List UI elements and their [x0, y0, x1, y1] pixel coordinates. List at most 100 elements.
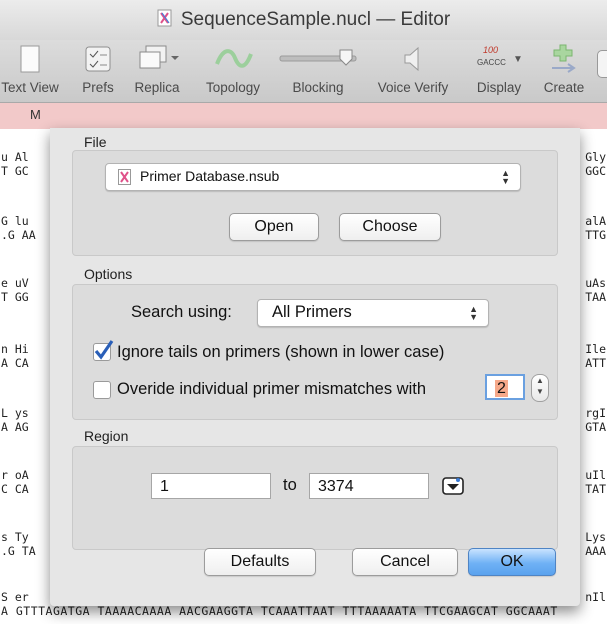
toolbar-blocking[interactable]: Blocking	[276, 44, 360, 95]
sequence-aa-right: alA	[585, 214, 606, 228]
toolbar: Text View Prefs Replica Topology Blockin…	[0, 40, 607, 103]
sequence-nt: C CA	[1, 482, 29, 496]
updown-arrows-icon: ▲ ▼	[469, 304, 478, 322]
slider-icon	[279, 49, 357, 66]
sequence-nt-right: TAA	[585, 290, 606, 304]
sequence-aa-right: uIl	[585, 468, 606, 482]
sequence-aa: G lu	[1, 214, 29, 228]
sequence-aa-right: nIl	[585, 590, 606, 604]
search-using-label: Search using:	[131, 303, 232, 321]
defaults-button[interactable]: Defaults	[204, 548, 316, 576]
sequence-nt: T GG	[1, 290, 29, 304]
toolbar-replica[interactable]: Replica	[124, 44, 190, 95]
sequence-nt-right: AAA	[585, 544, 606, 558]
override-mismatches-checkbox[interactable]	[93, 381, 111, 399]
tab-strip: M	[0, 103, 607, 129]
sequence-aa: n Hi	[1, 342, 29, 356]
toolbar-display[interactable]: 100 GACCC ▼ Display	[466, 44, 532, 95]
sequence-aa-right: uAs	[585, 276, 606, 290]
window-title: SequenceSample.nucl — Editor	[180, 9, 451, 30]
mismatch-count-value: 2	[495, 380, 508, 397]
speaker-icon	[404, 46, 419, 72]
toolbar-voice-verify[interactable]: Voice Verify	[368, 44, 458, 95]
toolbar-label: Create	[543, 80, 585, 95]
sequence-nt-right: TTG	[585, 228, 606, 242]
override-mismatches-label: Overide individual primer mismatches wit…	[117, 380, 427, 398]
region-group: 1 to 3374	[72, 446, 558, 550]
sequence-aa-right: Gly	[585, 150, 606, 164]
ignore-tails-checkbox[interactable]	[93, 340, 114, 361]
search-using-popup[interactable]: All Primers ▲ ▼	[257, 299, 489, 327]
ignore-tails-label: Ignore tails on primers (shown in lower …	[117, 343, 445, 361]
file-group: Primer Database.nsub ▲ ▼ Open Choose	[72, 150, 558, 256]
sequence-aa: r oA	[1, 468, 29, 482]
sequence-nt: A AG	[1, 420, 29, 434]
region-to-label: to	[283, 476, 297, 494]
region-select-icon	[442, 477, 464, 495]
sequence-aa-right: rgI	[585, 406, 606, 420]
sequence-nt: A CA	[1, 356, 29, 370]
create-icon	[552, 44, 576, 73]
sequence-aa: s Ty	[1, 530, 29, 544]
select-region-button[interactable]	[441, 475, 465, 497]
toolbar-overflow-button[interactable]	[597, 50, 607, 78]
toolbar-prefs[interactable]: Prefs	[76, 44, 120, 95]
toolbar-label: Topology	[205, 80, 261, 95]
file-section-label: File	[84, 134, 107, 150]
stepper-down-icon: ▼	[536, 387, 544, 396]
sequence-aa-right: Lys	[585, 530, 606, 544]
sequence-nt: .G AA	[1, 228, 36, 242]
toolbar-topology[interactable]: Topology	[196, 44, 270, 95]
mismatch-count-field[interactable]: 2	[485, 374, 525, 400]
search-using-value: All Primers	[272, 303, 352, 321]
cancel-button[interactable]: Cancel	[352, 548, 458, 576]
sequence-aa: u Al	[1, 150, 29, 164]
window-titlebar: SequenceSample.nucl — Editor	[0, 0, 607, 41]
chevron-down-icon: ▼	[513, 54, 523, 65]
document-icon	[20, 45, 40, 73]
toolbar-text-view[interactable]: Text View	[0, 44, 68, 95]
toolbar-label: Blocking	[292, 80, 344, 95]
toolbar-label: Display	[476, 80, 522, 95]
display-icon: 100 GACCC ▼	[469, 44, 529, 74]
region-section-label: Region	[84, 428, 129, 444]
options-group: Search using: All Primers ▲ ▼ Ignore tail…	[72, 284, 558, 420]
choose-button[interactable]: Choose	[339, 213, 441, 241]
display-badge-bottom: GACCC	[477, 58, 506, 67]
region-from-field[interactable]: 1	[151, 473, 271, 499]
sequence-file-icon	[118, 169, 131, 185]
sequence-aa: e uV	[1, 276, 29, 290]
sequence-nt-right: GGC	[585, 164, 606, 178]
sequence-nt-right: GTA	[585, 420, 606, 434]
file-popup-value: Primer Database.nsub	[140, 168, 280, 184]
stepper-up-icon: ▲	[536, 376, 544, 385]
sequence-aa: S er	[1, 590, 29, 604]
toolbar-create[interactable]: Create	[534, 44, 594, 95]
open-button[interactable]: Open	[229, 213, 319, 241]
tab-first[interactable]: M	[30, 107, 41, 122]
primer-search-dialog: File Primer Database.nsub ▲ ▼ Open Choose…	[50, 128, 580, 606]
updown-arrows-icon: ▲ ▼	[501, 168, 510, 186]
checklist-icon	[85, 46, 111, 72]
file-popup[interactable]: Primer Database.nsub ▲ ▼	[105, 163, 521, 191]
toolbar-label: Text View	[1, 80, 59, 95]
checkmark-icon	[94, 340, 114, 360]
ok-button[interactable]: OK	[468, 548, 556, 576]
sequence-bottom-line: A GTTTAGATGA TAAAACAAAA AACGAAGGTA TCAAA…	[1, 604, 558, 618]
mismatch-stepper[interactable]: ▲ ▼	[531, 374, 549, 402]
sequence-nt-right: TAT	[585, 482, 606, 496]
toolbar-label: Voice Verify	[377, 80, 449, 95]
toolbar-label: Replica	[134, 80, 180, 95]
sequence-nt: .G TA	[1, 544, 36, 558]
display-badge-top: 100	[483, 45, 499, 55]
sequence-aa: L ys	[1, 406, 29, 420]
sequence-file-icon	[157, 9, 173, 27]
sequence-aa-right: Ile	[585, 342, 606, 356]
sequence-nt-right: ATT	[585, 356, 606, 370]
sequence-nt: T GC	[1, 164, 29, 178]
window-title-wrap: SequenceSample.nucl — Editor	[0, 9, 607, 31]
windows-icon	[139, 45, 179, 69]
options-section-label: Options	[84, 266, 133, 282]
region-to-field[interactable]: 3374	[309, 473, 429, 499]
toolbar-label: Prefs	[82, 80, 114, 95]
